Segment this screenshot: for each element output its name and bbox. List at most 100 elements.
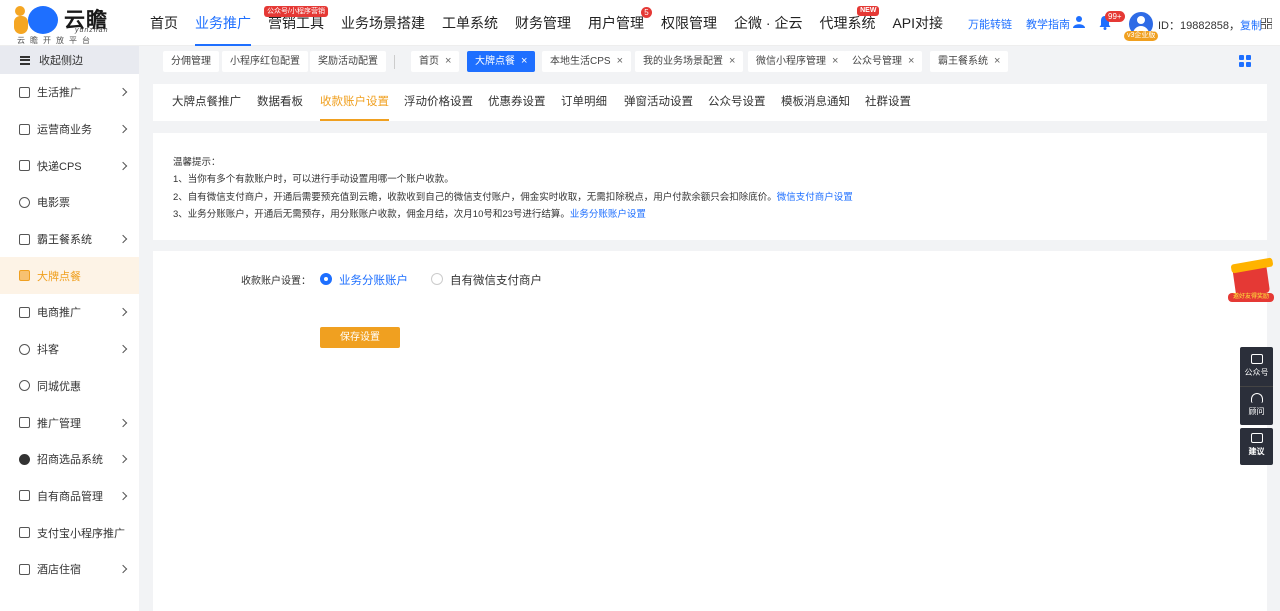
wechat-merchant-link[interactable]: 微信支付商户设置	[777, 192, 853, 203]
close-icon[interactable]: ×	[729, 55, 735, 67]
nav-agent-system[interactable]: 代理系统 NEW	[819, 0, 880, 46]
people-icon[interactable]	[1072, 15, 1086, 29]
notice-panel: 温馨提示： 1、当你有多个有款账户时，可以进行手动设置用哪一个账户收款。 2、自…	[153, 133, 1267, 240]
sidebar-item-label: 电商推广	[37, 307, 81, 320]
save-settings-button[interactable]: 保存设置	[320, 327, 400, 348]
nav-marketing-tools[interactable]: 营销工具 公众号/小程序营销	[264, 0, 328, 46]
nav-label: API对接	[892, 15, 944, 31]
radio-split-account-label[interactable]: 业务分账账户	[339, 272, 408, 288]
open-tab-label: 公众号管理	[852, 56, 902, 67]
subnav-tab[interactable]: 收款账户设置	[320, 84, 389, 121]
subnav-tab[interactable]: 大牌点餐推广	[172, 84, 241, 121]
link-convert[interactable]: 万能转链	[968, 16, 1012, 32]
sidebar-item[interactable]: 生活推广	[0, 74, 139, 111]
tab-redpacket-config[interactable]: 小程序红包配置	[222, 51, 308, 72]
sidebar-item[interactable]: 快递CPS	[0, 147, 139, 184]
logo-shape	[14, 16, 28, 34]
chevron-right-icon	[118, 491, 128, 501]
chevron-right-icon	[118, 234, 128, 244]
sidebar-item[interactable]: 支付宝小程序推广	[0, 514, 139, 551]
nav-ticket-system[interactable]: 工单系统	[442, 0, 498, 46]
close-icon[interactable]: ×	[832, 55, 838, 67]
open-tab-label: 本地生活CPS	[550, 56, 611, 67]
subnav-tab[interactable]: 社群设置	[865, 84, 911, 121]
copy-link[interactable]: 复制	[1240, 20, 1262, 32]
nav-business-promo[interactable]: 业务推广	[195, 0, 251, 46]
headset-icon	[1250, 393, 1263, 403]
sidebar-item[interactable]: 电商推广	[0, 294, 139, 331]
radio-split-account[interactable]	[320, 273, 332, 285]
tab-label: 分佣管理	[171, 56, 211, 67]
restaurant-icon	[19, 270, 30, 282]
tab-divider	[394, 55, 395, 69]
open-tab[interactable]: 霸王餐系统 ×	[930, 51, 1009, 72]
nav-finance[interactable]: 财务管理	[515, 0, 571, 46]
notification-count: 99+	[1105, 11, 1125, 22]
nav-label: 用户管理	[588, 15, 644, 31]
close-icon[interactable]: ×	[445, 55, 451, 67]
nav-count-badge: 5	[641, 7, 652, 18]
sidebar-item[interactable]: 霸王餐系统	[0, 221, 139, 258]
close-icon[interactable]: ×	[908, 55, 914, 67]
sidebar-item[interactable]: 运营商业务	[0, 111, 139, 148]
sidebar-item-label: 招商选品系统	[37, 454, 103, 467]
open-tab[interactable]: 大牌点餐 ×	[467, 51, 536, 72]
close-icon[interactable]: ×	[994, 55, 1000, 67]
shop-icon	[19, 306, 30, 318]
collapse-sidebar-button[interactable]: 收起侧边	[0, 46, 139, 74]
sidebar-menu: 生活推广 运营商业务快递CPS 电影票 霸王餐系统 大牌点餐电商推广抖客同城优惠 推广管理…	[0, 74, 139, 588]
radio-wechat-merchant[interactable]	[431, 273, 443, 285]
red-packet-widget[interactable]: 邀好友得奖励	[1228, 257, 1274, 305]
tab-commission[interactable]: 分佣管理	[163, 51, 219, 72]
radio-wechat-merchant-label[interactable]: 自有微信支付商户	[450, 272, 542, 288]
close-icon[interactable]: ×	[521, 55, 527, 67]
sidebar-item-label: 快递CPS	[37, 160, 82, 173]
nav-api[interactable]: API对接	[892, 0, 943, 46]
sidebar-item[interactable]: 大牌点餐	[0, 257, 139, 295]
sidebar-item[interactable]: 酒店住宿	[0, 551, 139, 588]
split-account-link[interactable]: 业务分账账户设置	[570, 209, 646, 220]
douyin-icon	[19, 343, 30, 355]
link-tutorial[interactable]: 教学指南	[1026, 16, 1070, 32]
sidebar-item-label: 抖客	[37, 344, 59, 357]
chevron-right-icon	[118, 565, 128, 574]
sidebar-item[interactable]: 自有商品管理	[0, 478, 139, 515]
tab-reward-config[interactable]: 奖励活动配置	[310, 51, 386, 72]
top-links: 万能转链 教学指南	[968, 16, 1070, 32]
notice-line-2-text: 2、自有微信支付商户，开通后需要预充值到云瞻，收款收到自己的微信支付账户，佣金实…	[173, 191, 777, 203]
sidebar-item[interactable]: 电影票	[0, 184, 139, 221]
float-suggest-button[interactable]: 建议	[1240, 428, 1273, 465]
sidebar-item[interactable]: 推广管理	[0, 404, 139, 441]
sidebar-item[interactable]: 招商选品系统	[0, 441, 139, 478]
target-icon	[19, 453, 30, 465]
logo[interactable]: 云瞻 yunzhan 云瞻开放平台	[12, 4, 112, 45]
nav-home[interactable]: 首页	[150, 0, 178, 46]
nav-label: 业务推广	[195, 15, 251, 31]
nav-user-management[interactable]: 用户管理 5	[588, 0, 652, 46]
float-wechat-button[interactable]: 公众号	[1240, 347, 1273, 386]
sidebar-item[interactable]: 同城优惠	[0, 368, 139, 405]
apps-grid-icon[interactable]	[1261, 18, 1272, 29]
chevron-right-icon	[118, 308, 128, 317]
subnav-tab[interactable]: 弹窗活动设置	[624, 84, 693, 121]
open-tab[interactable]: 公众号管理 ×	[844, 51, 923, 72]
subnav-tab[interactable]: 浮动价格设置	[404, 84, 473, 121]
float-consult-button[interactable]: 顾问	[1240, 386, 1273, 425]
subnav-tab[interactable]: 订单明细	[561, 84, 607, 121]
subnav-tab[interactable]: 模板消息通知	[781, 84, 850, 121]
open-tab[interactable]: 本地生活CPS ×	[542, 51, 631, 72]
nav-enterprise-wechat[interactable]: 企微 · 企云	[734, 0, 802, 46]
subnav-tab[interactable]: 公众号设置	[708, 84, 766, 121]
sidebar-item[interactable]: 抖客	[0, 331, 139, 368]
nav-scene-build[interactable]: 业务场景搭建	[341, 0, 425, 46]
sidebar-item-label: 自有商品管理	[37, 490, 103, 503]
nav-permissions[interactable]: 权限管理	[661, 0, 717, 46]
close-icon[interactable]: ×	[617, 55, 623, 67]
layout-grid-icon[interactable]	[1239, 55, 1251, 67]
subnav-tab[interactable]: 优惠券设置	[488, 84, 546, 121]
open-tab[interactable]: 我的业务场景配置 ×	[635, 51, 744, 72]
float-wechat-label: 公众号	[1244, 368, 1269, 377]
open-tab[interactable]: 微信小程序管理 ×	[748, 51, 847, 72]
subnav-tab[interactable]: 数据看板	[257, 84, 303, 121]
open-tab[interactable]: 首页 ×	[411, 51, 460, 72]
